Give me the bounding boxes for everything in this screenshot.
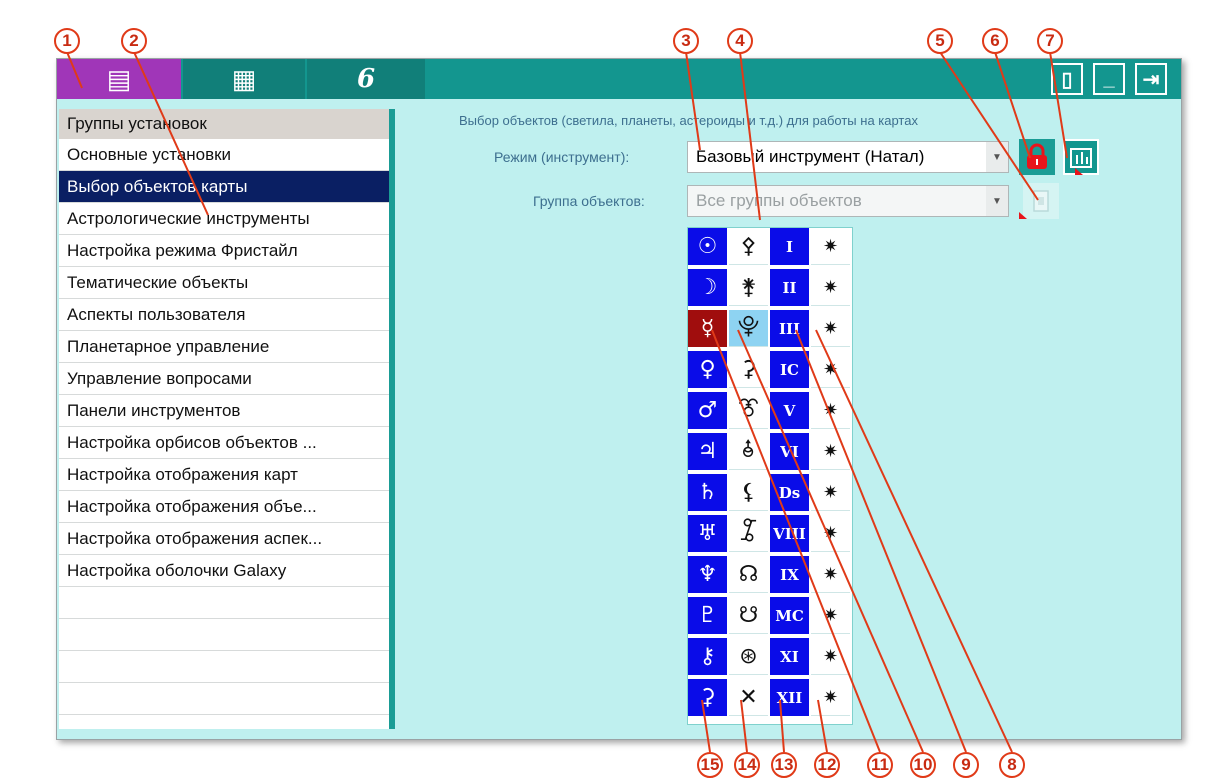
callout-lines [66,51,1083,753]
callout-marker: 4 [727,28,753,54]
callout-marker: 8 [999,752,1025,778]
callout-marker: 1 [54,28,80,54]
callout-marker: 6 [982,28,1008,54]
callout-marker: 5 [927,28,953,54]
callout-marker: 12 [814,752,840,778]
callout-marker: 14 [734,752,760,778]
callout-marker: 10 [910,752,936,778]
callout-marker: 7 [1037,28,1063,54]
callout-marker: 15 [697,752,723,778]
callout-marker: 13 [771,752,797,778]
callout-marker: 11 [867,752,893,778]
callout-marker: 9 [953,752,979,778]
callout-marker: 2 [121,28,147,54]
callout-marker: 3 [673,28,699,54]
